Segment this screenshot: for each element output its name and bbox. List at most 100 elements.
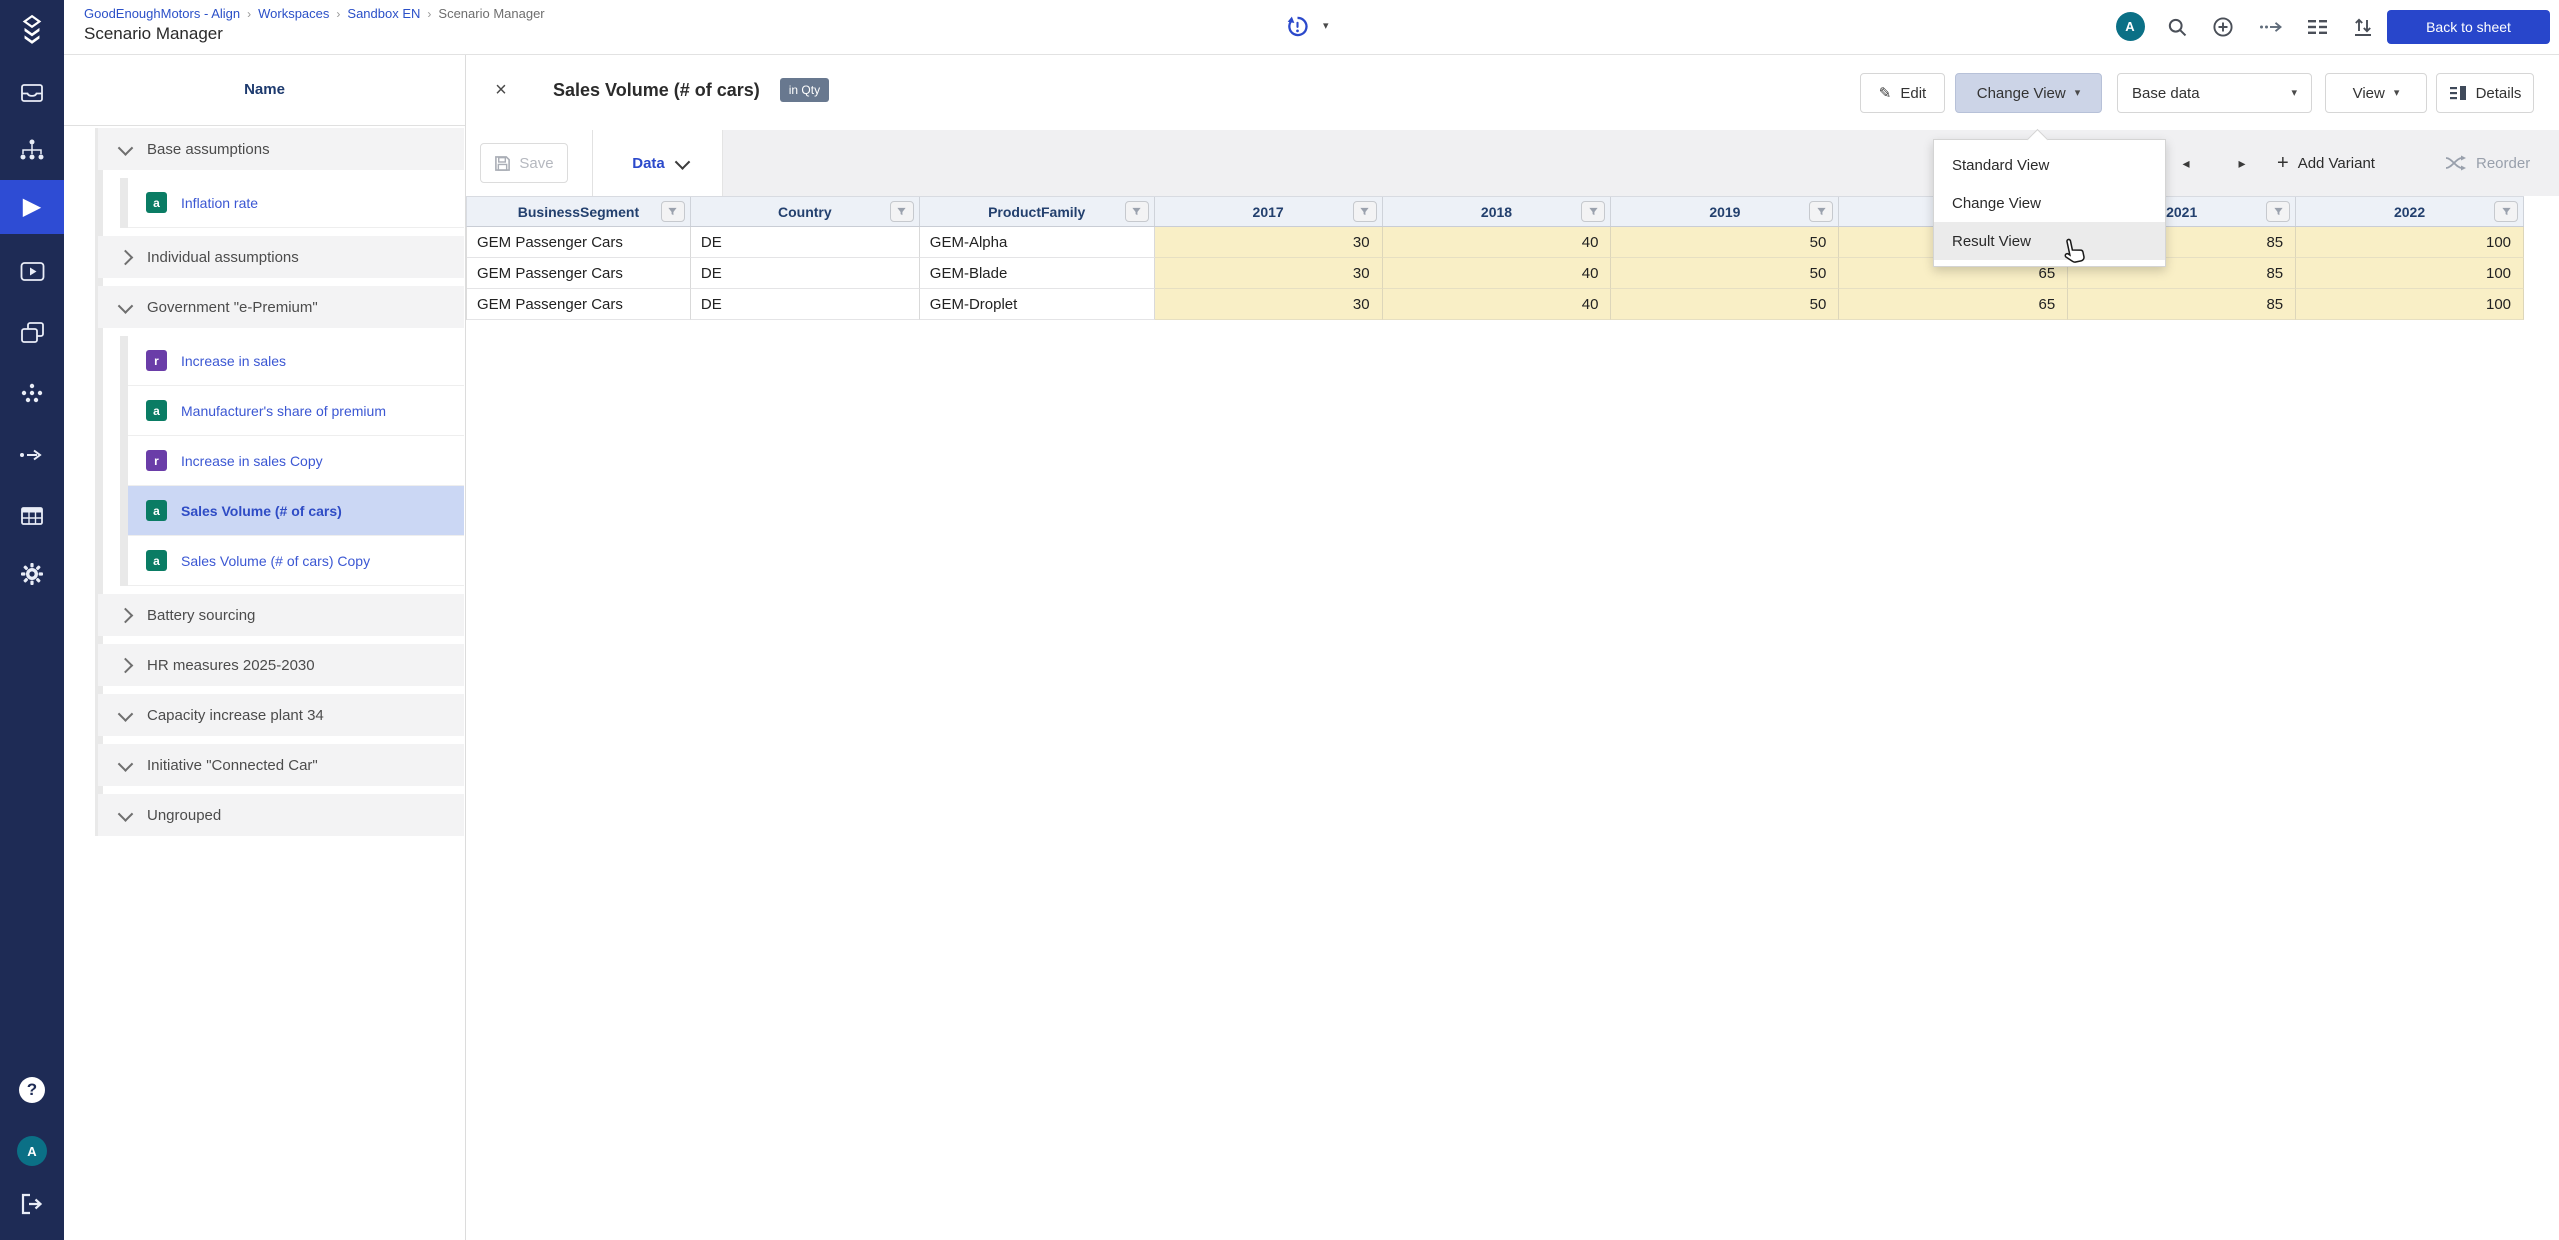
- tree-group-base-assumptions[interactable]: Base assumptions: [98, 128, 464, 170]
- funnel-icon: [1816, 206, 1827, 217]
- table-cell: DE: [691, 258, 920, 289]
- breadcrumb-link[interactable]: GoodEnoughMotors - Align: [84, 6, 240, 21]
- chevron-down-icon: [118, 298, 134, 314]
- arrow-right-icon[interactable]: [0, 428, 64, 482]
- base-data-select[interactable]: Base data ▾: [2117, 73, 2312, 113]
- tree-item-sales-volume-copy[interactable]: a Sales Volume (# of cars) Copy: [128, 536, 464, 586]
- menu-item-standard-view[interactable]: Standard View: [1934, 146, 2165, 184]
- filter-button[interactable]: [890, 201, 914, 222]
- chevron-down-icon: [674, 154, 690, 170]
- value-cell[interactable]: 40: [1383, 258, 1612, 289]
- funnel-icon: [1588, 206, 1599, 217]
- details-button[interactable]: Details: [2436, 73, 2534, 113]
- tree-group-government-e-premium[interactable]: Government "e-Premium": [98, 286, 464, 328]
- value-cell[interactable]: 100: [2296, 227, 2524, 258]
- breadcrumb-current: Scenario Manager: [438, 6, 544, 21]
- add-circle-icon[interactable]: [2208, 13, 2238, 41]
- reorder-button[interactable]: Reorder: [2445, 130, 2530, 196]
- sidebar-user-avatar[interactable]: A: [0, 1124, 64, 1178]
- value-cell[interactable]: 100: [2296, 258, 2524, 289]
- slides-copy-icon[interactable]: [0, 306, 64, 360]
- tree-header: Name: [64, 54, 465, 126]
- tree-group-initiative-connected-car[interactable]: Initiative "Connected Car": [98, 744, 464, 786]
- history-icon: [1286, 15, 1309, 38]
- prev-variant-button[interactable]: ◂: [2173, 151, 2199, 175]
- value-cell[interactable]: 50: [1611, 227, 1839, 258]
- inbox-icon[interactable]: [0, 66, 64, 120]
- tree-group-individual-assumptions[interactable]: Individual assumptions: [98, 236, 464, 278]
- tree-item-sales-volume-selected[interactable]: a Sales Volume (# of cars): [128, 486, 464, 536]
- tree-item-increase-in-sales[interactable]: r Increase in sales: [128, 336, 464, 386]
- menu-item-change-view[interactable]: Change View: [1934, 184, 2165, 222]
- table-row: GEM Passenger Cars DE GEM-Blade 30 40 50…: [466, 258, 2524, 289]
- scenario-tree-panel: Name Base assumptions a Inflation rate I…: [64, 54, 466, 1240]
- value-cell[interactable]: 50: [1611, 258, 1839, 289]
- tree-group-ungrouped[interactable]: Ungrouped: [98, 794, 464, 836]
- menu-item-result-view[interactable]: Result View: [1934, 222, 2165, 260]
- tree-item-label: Increase in sales Copy: [181, 453, 323, 469]
- tree-item-manufacturers-share[interactable]: a Manufacturer's share of premium: [128, 386, 464, 436]
- filter-button[interactable]: [661, 201, 685, 222]
- jump-arrow-icon[interactable]: [2257, 13, 2287, 41]
- table-icon[interactable]: [0, 489, 64, 543]
- filter-button[interactable]: [1125, 201, 1149, 222]
- shuffle-icon: [2445, 155, 2467, 171]
- next-variant-button[interactable]: ▸: [2229, 151, 2255, 175]
- details-icon: [2449, 85, 2467, 101]
- header-2022: 2022: [2296, 197, 2524, 226]
- edit-button[interactable]: ✎ Edit: [1860, 73, 1945, 113]
- add-variant-button[interactable]: + Add Variant: [2277, 130, 2375, 196]
- app-logo-icon: [0, 8, 64, 52]
- filter-button[interactable]: [1353, 201, 1377, 222]
- filter-button[interactable]: [1809, 201, 1833, 222]
- header-country: Country: [691, 197, 920, 226]
- close-icon[interactable]: ×: [487, 76, 515, 104]
- chevron-down-icon: ▾: [1323, 21, 1329, 32]
- value-cell[interactable]: 65: [1839, 289, 2068, 320]
- tree-group-battery-sourcing[interactable]: Battery sourcing: [98, 594, 464, 636]
- tree-item-inflation-rate[interactable]: a Inflation rate: [128, 178, 464, 228]
- list-icon[interactable]: [2303, 13, 2333, 41]
- filter-button[interactable]: [2494, 201, 2518, 222]
- video-icon[interactable]: [0, 244, 64, 298]
- value-cell[interactable]: 40: [1383, 289, 1612, 320]
- tree-item-increase-in-sales-copy[interactable]: r Increase in sales Copy: [128, 436, 464, 486]
- data-tab[interactable]: Data: [605, 130, 715, 196]
- tree-group-label: HR measures 2025-2030: [147, 657, 315, 674]
- sort-icon[interactable]: [2348, 13, 2378, 41]
- save-button[interactable]: Save: [480, 143, 568, 183]
- tree-item-label: Sales Volume (# of cars) Copy: [181, 553, 370, 569]
- sign-out-icon[interactable]: [0, 1177, 64, 1231]
- filter-button[interactable]: [1581, 201, 1605, 222]
- tree-group-capacity-increase[interactable]: Capacity increase plant 34: [98, 694, 464, 736]
- value-cell[interactable]: 50: [1611, 289, 1839, 320]
- panel-header: × Sales Volume (# of cars) in Qty ✎ Edit…: [465, 54, 2559, 130]
- search-icon[interactable]: [2162, 13, 2192, 41]
- chevron-down-icon: ▾: [2075, 88, 2081, 99]
- tree-group-hr-measures[interactable]: HR measures 2025-2030: [98, 644, 464, 686]
- value-cell[interactable]: 30: [1155, 258, 1383, 289]
- breadcrumb-link[interactable]: Workspaces: [258, 6, 329, 21]
- network-dots-icon[interactable]: [0, 366, 64, 420]
- gear-icon[interactable]: [0, 547, 64, 601]
- help-icon[interactable]: ?: [0, 1063, 64, 1117]
- value-cell[interactable]: 100: [2296, 289, 2524, 320]
- topbar-user-avatar[interactable]: A: [2115, 12, 2145, 40]
- value-cell[interactable]: 40: [1383, 227, 1612, 258]
- org-chart-icon[interactable]: [0, 123, 64, 177]
- value-cell[interactable]: 30: [1155, 289, 1383, 320]
- history-control[interactable]: ▾: [1286, 15, 1329, 38]
- tree-group-label: Battery sourcing: [147, 607, 255, 624]
- play-icon[interactable]: ▶: [0, 180, 64, 234]
- breadcrumb-link[interactable]: Sandbox EN: [347, 6, 420, 21]
- filter-button[interactable]: [2266, 201, 2290, 222]
- back-to-sheet-button[interactable]: Back to sheet: [2387, 10, 2550, 44]
- value-cell[interactable]: 30: [1155, 227, 1383, 258]
- value-cell[interactable]: 85: [2068, 289, 2296, 320]
- view-button[interactable]: View ▾: [2325, 73, 2427, 113]
- tree-group-label: Individual assumptions: [147, 249, 299, 266]
- chevron-down-icon: [118, 706, 134, 722]
- funnel-icon: [2501, 206, 2512, 217]
- tree-group-label: Initiative "Connected Car": [147, 757, 318, 774]
- change-view-button[interactable]: Change View ▾: [1955, 73, 2102, 113]
